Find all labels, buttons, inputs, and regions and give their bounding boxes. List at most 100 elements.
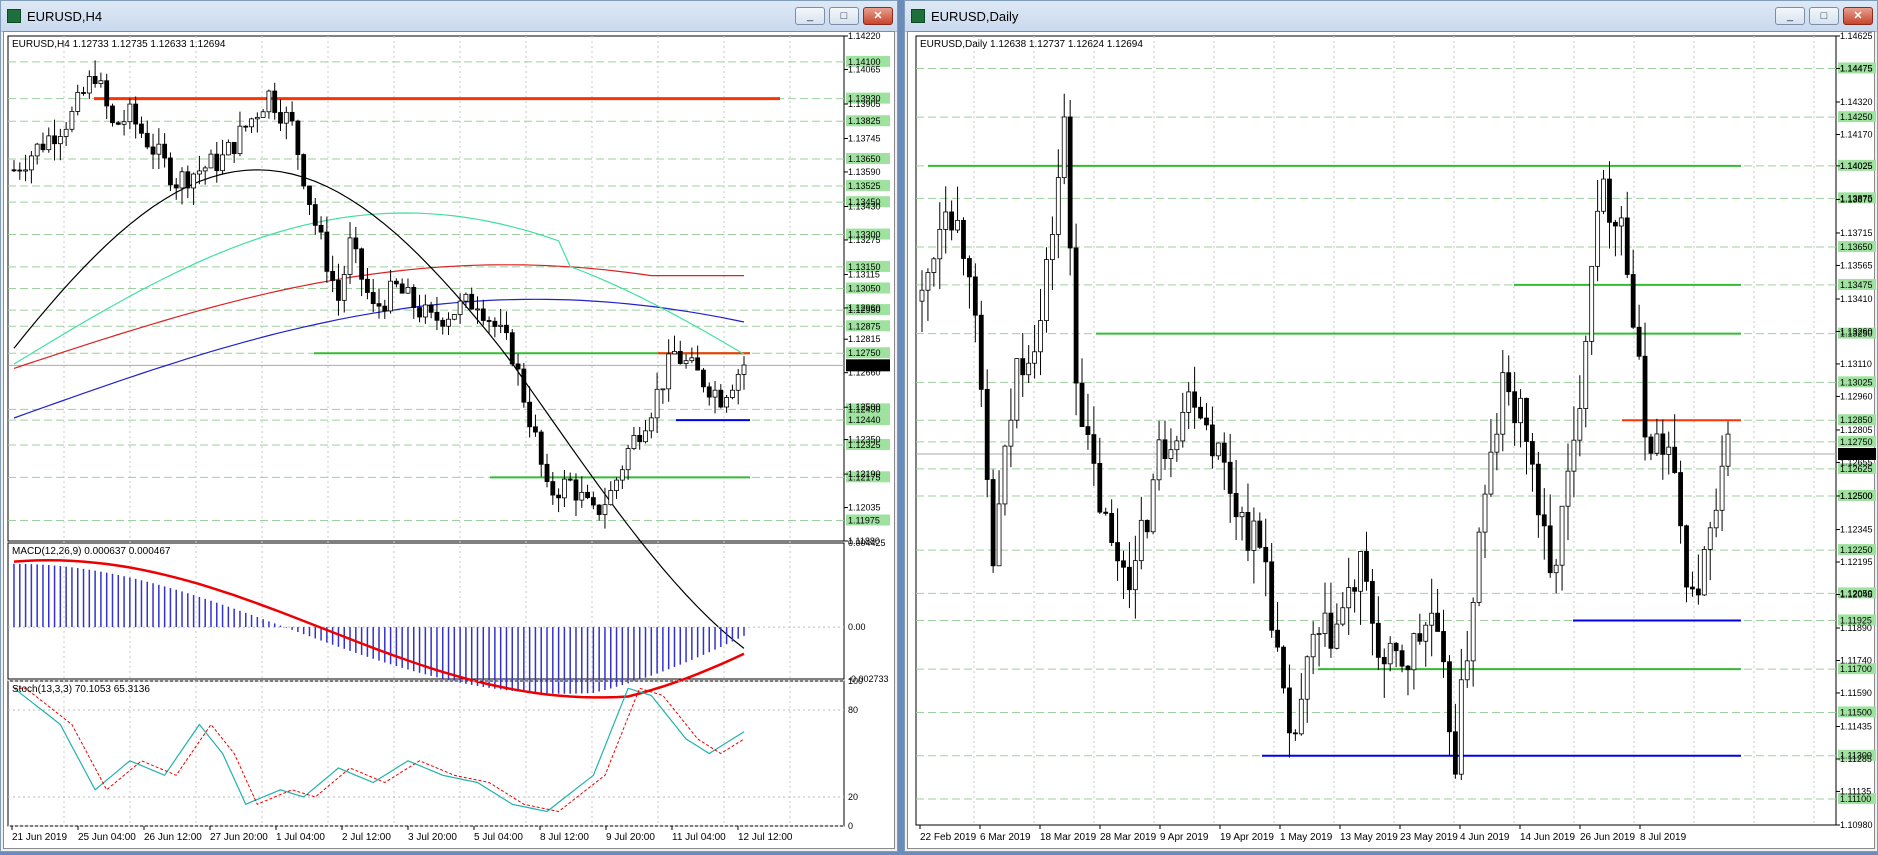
time-label: 14 Jun 2019 (1520, 832, 1575, 843)
level-tag-text: 1.13650 (848, 154, 881, 164)
price-tick-label: 1.13430 (848, 201, 881, 211)
candle-body (527, 401, 533, 428)
candle-body (1138, 519, 1144, 562)
candle-body (440, 319, 446, 327)
candle-body (1393, 642, 1399, 652)
candle-body (196, 170, 202, 175)
candle-body (341, 274, 347, 301)
candle-body (422, 304, 428, 318)
candle-body (1464, 660, 1470, 681)
price-tick-label: 1.13715 (1840, 228, 1873, 238)
candle-body (289, 111, 295, 122)
time-label: 12 Jul 12:00 (738, 832, 793, 843)
maximize-button[interactable]: □ (829, 7, 859, 25)
h4-chart-area[interactable]: 0.004425 0.00 -0.002733 100 80 20 0 1.14100 1.… (3, 31, 895, 849)
price-tick-label: 1.14320 (1840, 97, 1873, 107)
candle-body (1121, 560, 1126, 568)
daily-chart-canvas[interactable]: 1.144751.142501.140251.138751.136501.134… (908, 31, 1876, 850)
candle-body (1115, 542, 1120, 562)
candle-body (984, 388, 990, 480)
candle-body (1494, 433, 1500, 453)
maximize-button[interactable]: □ (1809, 7, 1839, 25)
candle-body (567, 478, 573, 481)
candle-body (365, 278, 370, 293)
candle-body (81, 92, 86, 94)
candle-body (133, 103, 139, 125)
price-tick-label: 1.12500 (1840, 491, 1873, 501)
candle-body (162, 143, 168, 159)
candle-body (1032, 351, 1038, 364)
candle-body (463, 293, 469, 302)
candle-body (1666, 446, 1672, 455)
close-button[interactable]: ✕ (863, 7, 893, 25)
candle-body (388, 280, 393, 312)
candle-body (1435, 612, 1441, 632)
candle-body (353, 237, 359, 250)
time-axis: 21 Jun 2019 25 Jun 04:00 26 Jun 12:00 27 Ju… (11, 826, 793, 843)
candle-body (1524, 397, 1529, 442)
candle-body (931, 258, 937, 273)
candle-body (266, 90, 272, 113)
time-label: 19 Apr 2019 (1220, 832, 1274, 843)
candle-body (1713, 509, 1719, 529)
price-axis: 1.141001.139301.138251.136501.135251.134… (844, 31, 890, 546)
candle-body (214, 153, 220, 172)
h4-chart-canvas[interactable]: 0.0044250.00-0.002733 10080200 1.141001.… (4, 31, 896, 850)
candle-body (480, 308, 486, 321)
candle-body (1565, 470, 1571, 507)
candle-body (249, 118, 254, 128)
candle-body (631, 435, 637, 449)
candle-body (1488, 451, 1494, 495)
level-tag-text: 1.12250 (1840, 545, 1873, 555)
candle-body (955, 219, 960, 231)
candle-body (556, 494, 562, 499)
h4-chart-window[interactable]: EURUSD,H4 _ □ ✕ 0.004425 0.00 -0.002733 10… (0, 0, 898, 852)
candle-body (1364, 551, 1369, 582)
candle-body (121, 121, 127, 125)
price-tick-label: 1.11590 (1840, 688, 1872, 698)
candle-body (706, 386, 712, 398)
candle-body (260, 111, 266, 118)
title-bar[interactable]: EURUSD,H4 _ □ ✕ (1, 1, 897, 32)
daily-chart-window[interactable]: EURUSD,Daily _ □ ✕ 1.14475 1.14250 1.14025… (904, 0, 1878, 852)
candle-body (139, 123, 144, 134)
candle-body (1458, 679, 1464, 775)
time-label: 9 Jul 20:00 (606, 832, 655, 843)
candle-body (596, 504, 602, 515)
candle-body (1180, 411, 1186, 442)
daily-chart-area[interactable]: 1.14475 1.14250 1.14025 1.13875 1.13650 1.134… (907, 31, 1876, 850)
candle-body (712, 389, 718, 398)
candle-body (1684, 525, 1689, 588)
minimize-button[interactable]: _ (795, 7, 825, 25)
candle-body (1612, 221, 1618, 227)
candle-body (1044, 259, 1049, 322)
time-label: 26 Jun 2019 (1580, 832, 1635, 843)
candle-body (475, 308, 480, 311)
title-bar[interactable]: EURUSD,Daily _ □ ✕ (905, 1, 1877, 32)
time-label: 23 May 2019 (1400, 832, 1458, 843)
candle-body (1405, 665, 1411, 671)
level-tag-text: 1.13650 (1840, 242, 1873, 252)
level-tag-text: 1.13525 (848, 181, 881, 191)
price-tick-label: 1.11890 (1840, 623, 1872, 633)
candle-body (579, 491, 585, 501)
candle-body (1506, 372, 1512, 393)
candle-body (376, 303, 382, 307)
price-tick-label: 1.12195 (1840, 557, 1873, 567)
candle-body (1055, 177, 1061, 235)
price-tick-label: 1.14025 (1840, 161, 1873, 171)
minimize-button[interactable]: _ (1775, 7, 1805, 25)
time-label: 8 Jul 12:00 (540, 832, 589, 843)
candle-body (943, 211, 949, 230)
candle-body (1132, 560, 1138, 591)
candle-body (1719, 465, 1725, 511)
close-button[interactable]: ✕ (1843, 7, 1873, 25)
stoch-tick-label: 100 (848, 676, 863, 686)
candle-body (614, 479, 619, 491)
candle-body (417, 307, 422, 318)
candle-body (1411, 633, 1417, 671)
window-title: EURUSD,H4 (27, 9, 103, 24)
time-label: 22 Feb 2019 (920, 832, 977, 843)
candle-body (1049, 234, 1055, 261)
candle-body (1559, 505, 1565, 566)
